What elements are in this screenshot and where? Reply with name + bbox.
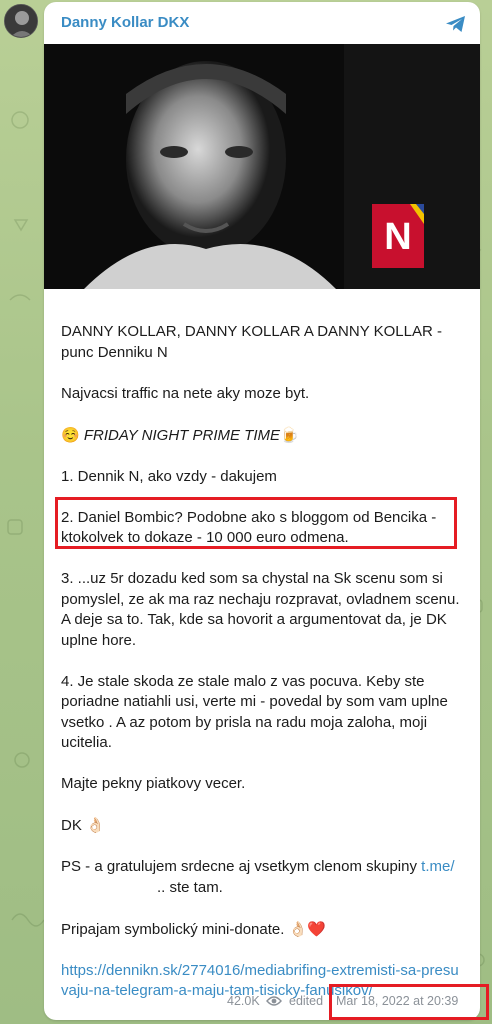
donate-text: Pripajam symbolický mini-donate. — [61, 920, 285, 938]
eye-icon — [266, 996, 282, 1006]
paragraph-6: 3. ...uz 5r dozadu ked som sa chystal na… — [61, 570, 460, 649]
paragraph-7: 4. Je stale skoda ze stale malo z vas po… — [61, 672, 448, 752]
message-card: Danny Kollar DKX N DANNY KOLLAR, DANNY K… — [44, 2, 480, 1020]
avatar-image — [5, 5, 37, 37]
group-link[interactable]: t.me/ — [421, 858, 454, 875]
paragraph-10: PS - a gratulujem srdecne aj vsetkym cle… — [61, 857, 465, 898]
channel-avatar[interactable] — [4, 4, 38, 38]
ps-text: PS - a gratulujem srdecne aj vsetkym cle… — [61, 858, 417, 875]
ps-tail: .. ste tam. — [157, 878, 223, 896]
signature-text: DK — [61, 817, 82, 834]
paragraph-5: 2. Daniel Bombic? Podobne ako s bloggom … — [61, 508, 437, 547]
beer-icon: 🍺 — [279, 425, 299, 444]
paragraph-4: 1. Dennik N, ako vzdy - dakujem — [61, 467, 277, 485]
view-count: 42.0K — [227, 994, 260, 1008]
message-footer: 42.0K edited Mar 18, 2022 at 20:39 — [44, 990, 480, 1016]
paragraph-3: ☺️ FRIDAY NIGHT PRIME TIME🍺 — [61, 425, 465, 447]
telegram-icon[interactable] — [444, 12, 468, 36]
paragraph-8: Majte pekny piatkovy vecer. — [61, 775, 246, 792]
edited-label: edited — [289, 994, 324, 1008]
channel-name[interactable]: Danny Kollar DKX — [61, 14, 189, 31]
relieved-face-icon: ☺️ — [61, 425, 80, 444]
logo-letter: N — [384, 216, 411, 258]
paragraph-2: Najvacsi traffic na nete aky moze byt. — [61, 384, 310, 402]
paragraph-11: Pripajam symbolický mini-donate. 👌🏻❤️ — [61, 919, 465, 941]
paragraph-1: DANNY KOLLAR, DANNY KOLLAR A DANNY KOLLA… — [61, 323, 442, 361]
video-thumbnail[interactable]: N — [44, 44, 480, 289]
paragraph-9: DK 👌🏻 — [61, 815, 465, 837]
message-timestamp[interactable]: Mar 18, 2022 at 20:39 — [336, 994, 458, 1008]
ok-heart-icon: 👌🏻❤️ — [288, 919, 326, 938]
message-text: DANNY KOLLAR, DANNY KOLLAR A DANNY KOLLA… — [61, 322, 465, 1020]
prime-time-text: FRIDAY NIGHT PRIME TIME — [83, 426, 280, 444]
thumbnail-image: N — [44, 44, 480, 289]
ok-hand-icon: 👌🏻 — [86, 816, 105, 834]
